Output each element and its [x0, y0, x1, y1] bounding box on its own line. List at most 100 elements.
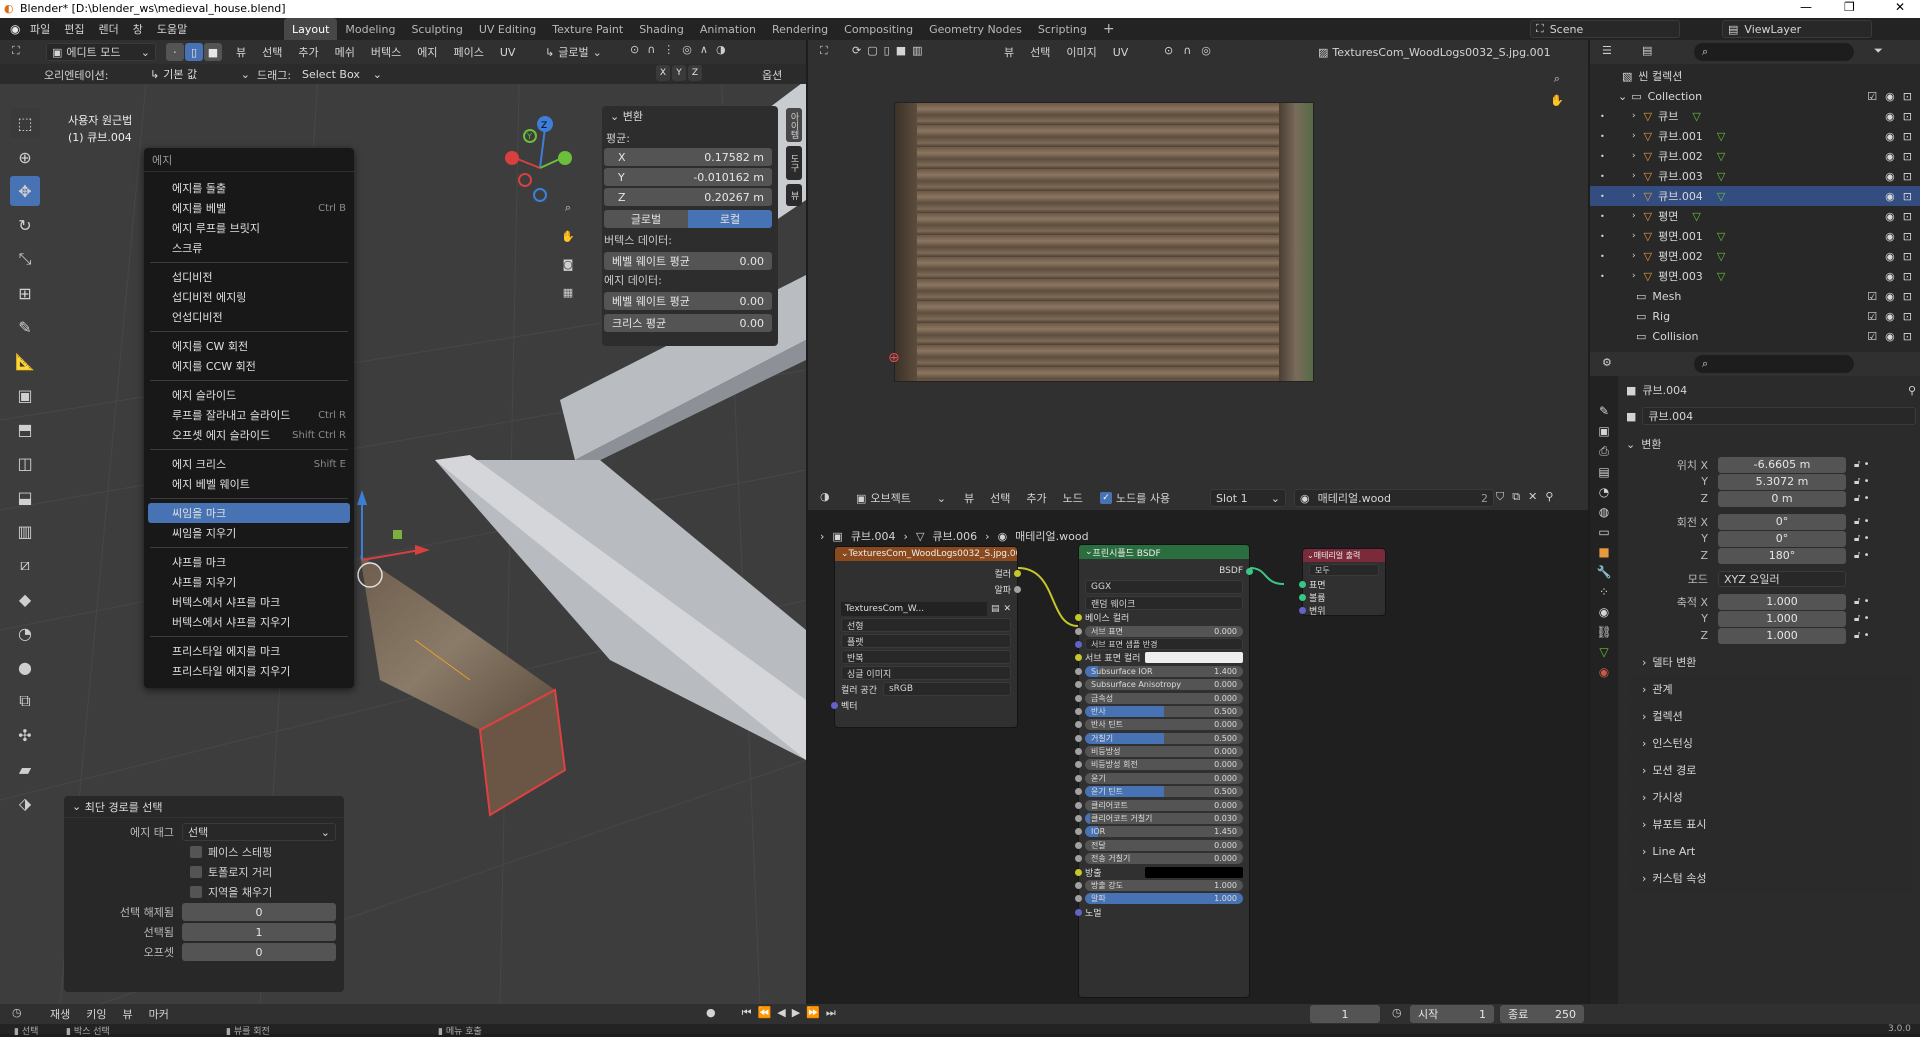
- editor-type-icon[interactable]: ⚙: [1602, 356, 1612, 369]
- eye-icon[interactable]: ◉: [1885, 330, 1895, 343]
- edge-menu-item[interactable]: 에지 크리스 Shift E: [144, 454, 354, 474]
- expand-icon[interactable]: ›: [1632, 111, 1636, 121]
- input-socket[interactable]: [1075, 707, 1082, 715]
- checkbox-icon[interactable]: ☑: [1867, 290, 1877, 303]
- pan-hand-icon[interactable]: ✋: [1550, 94, 1564, 107]
- eye-icon[interactable]: ◉: [1885, 270, 1895, 283]
- transform-value-field[interactable]: 0 m: [1718, 490, 1846, 507]
- snap-icon[interactable]: ∩: [1183, 44, 1191, 57]
- current-frame-field[interactable]: 1: [1310, 1005, 1380, 1023]
- prev-keyframe-icon[interactable]: ⏪: [758, 1006, 772, 1020]
- menu-view[interactable]: 뷰: [236, 44, 246, 60]
- transform-value-field[interactable]: 180°: [1718, 547, 1846, 564]
- offset-field[interactable]: 0: [182, 943, 336, 961]
- bsdf-input-row[interactable]: 반사 0.500: [1075, 705, 1249, 718]
- topology-distance-checkbox[interactable]: [190, 866, 202, 878]
- volume-input-socket[interactable]: [1299, 594, 1306, 601]
- edge-menu-item[interactable]: 버텍스에서 샤프를 마크: [144, 592, 354, 612]
- edge-menu-item[interactable]: 에지 베벨 웨이트: [144, 474, 354, 494]
- mirror-z-toggle[interactable]: Z: [688, 65, 702, 81]
- outliner-object-row[interactable]: • › ▽ 큐브.001 ▽ ◉ ⊡: [1590, 126, 1920, 146]
- open-image-icon[interactable]: ▤: [991, 604, 1000, 614]
- value-slider[interactable]: 비등방성 회전 0.000: [1085, 759, 1243, 771]
- expand-icon[interactable]: ›: [1632, 231, 1636, 241]
- camera-view-icon[interactable]: ◙: [558, 254, 578, 274]
- play-reverse-icon[interactable]: ◀: [777, 1006, 785, 1020]
- rip-tool-icon[interactable]: ⬗: [10, 788, 40, 818]
- value-slider[interactable]: 윤기 0.000: [1085, 772, 1243, 784]
- target-dropdown[interactable]: 모두: [1309, 564, 1379, 576]
- marker-menu[interactable]: 마커: [149, 1006, 169, 1022]
- menu-window[interactable]: 창: [133, 21, 143, 37]
- bsdf-input-row[interactable]: IOR 1.450: [1075, 825, 1249, 838]
- bsdf-input-row[interactable]: 알파 1.000: [1075, 892, 1249, 905]
- input-socket[interactable]: [1075, 815, 1082, 823]
- input-socket[interactable]: [1075, 640, 1082, 648]
- scale-tool-icon[interactable]: ⤡: [10, 244, 40, 274]
- outliner-collection-row[interactable]: ▭ Rig ☑ ◉ ⊡: [1590, 306, 1920, 326]
- start-frame-field[interactable]: 시작 1: [1410, 1005, 1494, 1023]
- edge-menu-item[interactable]: 섭디비전: [144, 267, 354, 287]
- operator-panel-header[interactable]: ⌄ 최단 경로를 선택: [64, 796, 344, 818]
- expand-icon[interactable]: ›: [1632, 191, 1636, 201]
- expand-icon[interactable]: ›: [1632, 211, 1636, 221]
- material-tab-icon[interactable]: ◉: [1599, 665, 1609, 679]
- rotate-tool-icon[interactable]: ↻: [10, 210, 40, 240]
- lock-icon[interactable]: 🔓︎ •: [1854, 476, 1870, 487]
- input-socket[interactable]: [1075, 627, 1082, 635]
- menu-add[interactable]: 추가: [298, 44, 318, 60]
- properties-section-header[interactable]: › 뷰포트 표시: [1630, 811, 1912, 837]
- tab-shading[interactable]: Shading: [631, 18, 692, 40]
- input-socket[interactable]: [1075, 734, 1082, 742]
- bsdf-input-row[interactable]: Subsurface IOR 1.400: [1075, 665, 1249, 678]
- transform-value-field[interactable]: 1.000: [1718, 627, 1846, 644]
- tab-view[interactable]: 뷰: [786, 184, 802, 206]
- lock-icon[interactable]: 🔓︎ •: [1854, 533, 1870, 544]
- expand-icon[interactable]: ›: [1632, 151, 1636, 161]
- bsdf-output-socket[interactable]: [1246, 567, 1253, 575]
- object-name-field[interactable]: 큐브.004: [1642, 407, 1916, 425]
- zoom-icon[interactable]: ⌕: [558, 198, 578, 218]
- outliner-object-row[interactable]: • › ▽ 큐브.002 ▽ ◉ ⊡: [1590, 146, 1920, 166]
- display-mode-icon[interactable]: ▤: [1642, 44, 1652, 57]
- checkbox-icon[interactable]: ☑: [1867, 310, 1877, 323]
- pivot-icon[interactable]: ⊙: [1164, 44, 1173, 57]
- input-socket[interactable]: [1075, 908, 1082, 916]
- edge-slide-tool-icon[interactable]: ⧉: [10, 686, 40, 716]
- edge-menu-item[interactable]: 루프를 잘라내고 슬라이드 Ctrl R: [144, 405, 354, 425]
- transform-value-field[interactable]: 1.000: [1718, 610, 1846, 627]
- snap-target-icon[interactable]: ⋮: [663, 43, 674, 56]
- properties-search-input[interactable]: ⌕: [1694, 355, 1854, 373]
- tab-scripting[interactable]: Scripting: [1030, 18, 1095, 40]
- properties-section-header[interactable]: › 가시성: [1630, 784, 1912, 810]
- eye-icon[interactable]: ◉: [1885, 110, 1895, 123]
- bsdf-input-row[interactable]: 노멀: [1075, 906, 1249, 919]
- input-socket[interactable]: [1075, 855, 1082, 863]
- n-panel-header[interactable]: ⌄ 변환: [602, 106, 778, 126]
- outliner-object-row[interactable]: • › ▽ 큐브 ▽ ◉ ⊡: [1590, 106, 1920, 126]
- properties-section-header[interactable]: › 인스턴싱: [1630, 730, 1912, 756]
- camera-icon[interactable]: ⊡: [1903, 310, 1912, 323]
- menu-edit[interactable]: 편집: [64, 21, 84, 37]
- value-slider[interactable]: 거칠기 0.500: [1085, 732, 1243, 744]
- vector-input-socket[interactable]: [831, 701, 838, 709]
- menu-vertex[interactable]: 버텍스: [371, 44, 401, 60]
- source-dropdown[interactable]: 싱글 이미지: [841, 666, 1011, 680]
- world-tab-icon[interactable]: ◍: [1599, 505, 1609, 519]
- value-slider[interactable]: 전달 0.000: [1085, 839, 1243, 851]
- bsdf-input-row[interactable]: 방출 강도 1.000: [1075, 879, 1249, 892]
- input-socket[interactable]: [1075, 681, 1082, 689]
- outliner-object-row[interactable]: • › ▽ 큐브.004 ▽ ◉ ⊡: [1590, 186, 1920, 206]
- editor-type-icon[interactable]: ⛶: [820, 44, 828, 58]
- poly-build-tool-icon[interactable]: ◆: [10, 584, 40, 614]
- bsdf-input-row[interactable]: 서브 표면 샘플 반경: [1075, 638, 1249, 651]
- eye-icon[interactable]: ◉: [1885, 290, 1895, 303]
- mode-dropdown[interactable]: ▣ 에디트 모드 ⌄: [46, 43, 156, 61]
- input-socket[interactable]: [1075, 761, 1082, 769]
- navigation-gizmo[interactable]: Z Y: [505, 116, 572, 202]
- menu-face[interactable]: 페이스: [454, 44, 484, 60]
- camera-icon[interactable]: ⊡: [1903, 270, 1912, 283]
- selected-field[interactable]: 1: [182, 923, 336, 941]
- view-layer-tab-icon[interactable]: ▤: [1598, 465, 1609, 479]
- edge-menu-item[interactable]: 샤프를 마크: [144, 552, 354, 572]
